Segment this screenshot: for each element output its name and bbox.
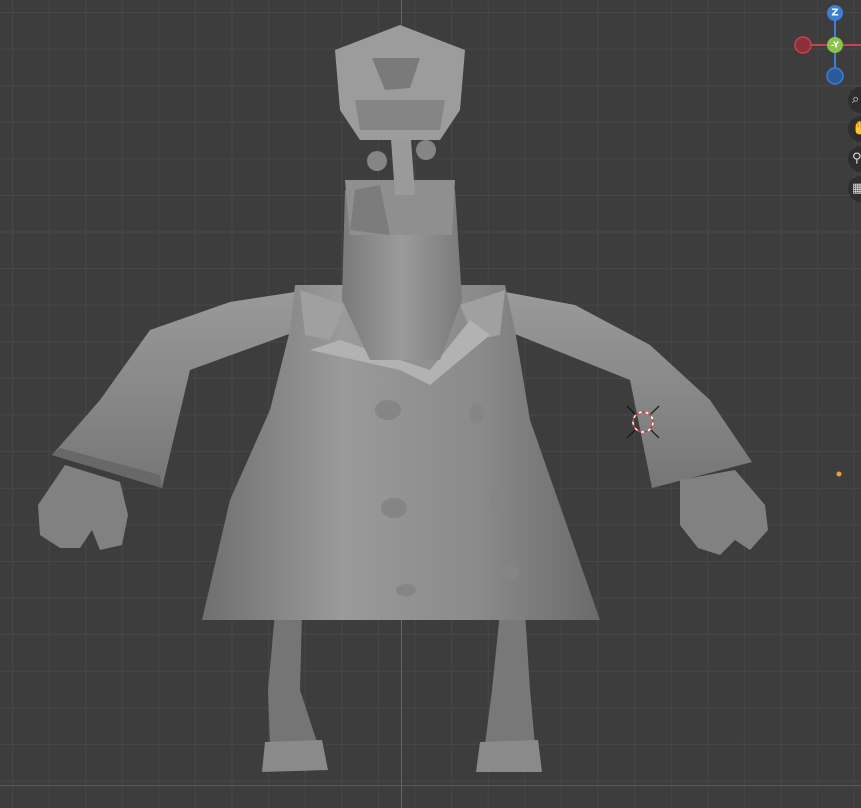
- gizmo-y-label: -Y: [831, 41, 839, 50]
- 3d-viewport[interactable]: Z -Y ⌕ ✋ ⚲ ▦: [0, 0, 861, 808]
- legs: [262, 612, 542, 772]
- gizmo-neg-z-axis[interactable]: [826, 67, 844, 85]
- model-render[interactable]: Z -Y: [0, 0, 861, 808]
- navigation-gizmo[interactable]: Z -Y: [794, 5, 861, 85]
- gizmo-neg-x-axis[interactable]: [794, 36, 812, 54]
- origin-point[interactable]: [836, 471, 842, 477]
- head: [335, 25, 465, 360]
- gizmo-z-label: Z: [831, 8, 838, 19]
